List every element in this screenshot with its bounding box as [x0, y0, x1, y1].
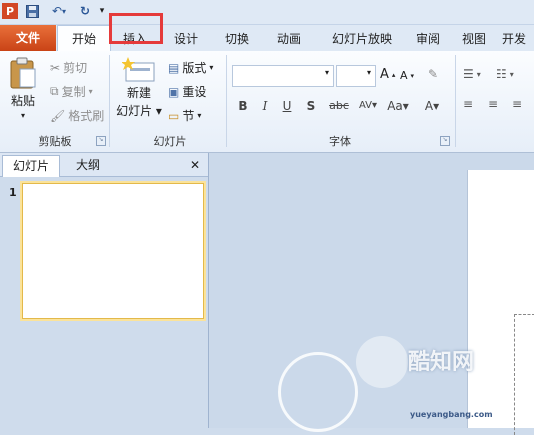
paste-label: 粘贴 — [10, 94, 35, 108]
bullets-button[interactable]: ☰ ▾ — [463, 67, 481, 81]
watermark-logo-icon — [278, 352, 358, 432]
align-left-button[interactable]: ≡ — [463, 97, 473, 111]
group-separator — [455, 55, 456, 147]
tab-outline[interactable]: 大纲 — [64, 155, 112, 176]
reset-icon: ▣ — [168, 84, 180, 99]
underline-button[interactable]: U — [278, 97, 296, 115]
align-right-button[interactable]: ≡ — [512, 97, 522, 111]
tab-home[interactable]: 开始 — [57, 25, 111, 52]
copy-icon: ⧉ — [50, 84, 59, 98]
powerpoint-icon[interactable]: P — [2, 3, 18, 19]
watermark-badge-icon — [356, 336, 408, 388]
tab-slideshow[interactable]: 幻灯片放映 — [318, 29, 406, 49]
section-button[interactable]: ▭ 节 ▾ — [168, 107, 201, 124]
new-slide-label-2: 幻灯片 ▾ — [116, 104, 162, 118]
undo-icon[interactable]: ↶ ▾ — [48, 3, 70, 19]
tab-developer[interactable]: 开发 — [502, 29, 534, 49]
clipboard-group-label: 剪贴板 — [38, 135, 72, 148]
character-spacing-button[interactable]: AV▾ — [356, 97, 380, 115]
tab-slides[interactable]: 幻灯片 — [2, 155, 60, 177]
change-case-button[interactable]: Aa▾ — [384, 97, 412, 115]
paste-icon — [10, 57, 36, 89]
numbering-button[interactable]: ☷ ▾ — [496, 67, 514, 81]
cut-button[interactable]: ✂ 剪切 — [50, 59, 87, 76]
tab-design[interactable]: 设计 — [164, 29, 208, 49]
format-painter-label: 格式刷 — [68, 109, 105, 123]
align-center-button[interactable]: ≡ — [488, 97, 498, 111]
quick-access-toolbar: P ↶ ▾ ↻ ▾ — [0, 0, 534, 25]
font-color-button[interactable]: A▾ — [420, 97, 444, 115]
slides-group-label: 幻灯片 — [153, 135, 187, 148]
scissors-icon: ✂ — [50, 60, 61, 75]
placeholder-outline — [514, 314, 534, 435]
bold-button[interactable]: B — [234, 97, 252, 115]
font-family-select[interactable]: ▾ — [232, 65, 334, 87]
paste-button[interactable]: 粘贴 ▾ — [6, 57, 40, 127]
insert-tab-highlight — [109, 13, 163, 44]
ribbon: 粘贴 ▾ ✂ 剪切 ⧉ 复制 ▾ 🖌 格式刷 剪贴板 ↘ 新建 幻灯片 ▾ ▤ … — [0, 51, 534, 153]
slide-thumbnail[interactable] — [22, 183, 204, 319]
watermark-brand: 酷知网 — [408, 350, 475, 375]
copy-label: 复制 — [61, 85, 86, 99]
italic-button[interactable]: I — [256, 97, 274, 115]
tab-transitions[interactable]: 切换 — [214, 29, 260, 49]
tab-view[interactable]: 视图 — [454, 29, 494, 49]
close-panel-icon[interactable]: ✕ — [186, 155, 204, 176]
save-icon[interactable] — [24, 3, 40, 19]
clipboard-launcher-icon[interactable]: ↘ — [96, 136, 106, 146]
section-icon: ▭ — [168, 108, 180, 123]
slide-number: 1 — [9, 186, 17, 199]
font-size-select[interactable]: ▾ — [336, 65, 376, 87]
brush-icon: 🖌 — [50, 108, 66, 123]
format-painter-button[interactable]: 🖌 格式刷 — [50, 107, 104, 124]
clear-format-icon[interactable]: ✎ — [428, 67, 438, 81]
watermark-site: yueyangbang.com — [410, 410, 493, 419]
reset-label: 重设 — [182, 85, 207, 99]
copy-button[interactable]: ⧉ 复制 ▾ — [50, 83, 93, 100]
cut-label: 剪切 — [63, 61, 88, 75]
slide-canvas[interactable] — [467, 170, 534, 435]
strikethrough-button[interactable]: abc — [326, 97, 352, 115]
redo-icon[interactable]: ↻ — [78, 3, 92, 19]
new-slide-icon — [122, 57, 155, 82]
group-separator — [109, 55, 110, 147]
customize-icon[interactable]: ▾ — [96, 3, 108, 19]
ribbon-tabs: 文件 开始 插入 设计 切换 动画 幻灯片放映 审阅 视图 开发 — [0, 25, 534, 52]
shadow-button[interactable]: S — [302, 97, 320, 115]
new-slide-label-1: 新建 — [126, 86, 151, 100]
shrink-font-button[interactable]: A ▾ — [400, 69, 414, 82]
layout-icon: ▤ — [168, 60, 180, 75]
layout-button[interactable]: ▤ 版式 ▾ — [168, 59, 213, 76]
group-separator — [226, 55, 227, 147]
reset-button[interactable]: ▣ 重设 — [168, 83, 206, 100]
tab-animations[interactable]: 动画 — [266, 29, 312, 49]
tab-review[interactable]: 审阅 — [408, 29, 448, 49]
panel-tabs: 幻灯片 大纲 ✕ — [0, 153, 208, 177]
new-slide-button[interactable]: 新建 幻灯片 ▾ — [116, 57, 162, 127]
tab-file[interactable]: 文件 — [0, 25, 56, 51]
font-group-label: 字体 — [329, 135, 351, 148]
layout-label: 版式 — [182, 61, 207, 75]
section-label: 节 — [182, 109, 195, 123]
font-launcher-icon[interactable]: ↘ — [440, 136, 450, 146]
grow-font-button[interactable]: A ▴ — [380, 67, 395, 82]
